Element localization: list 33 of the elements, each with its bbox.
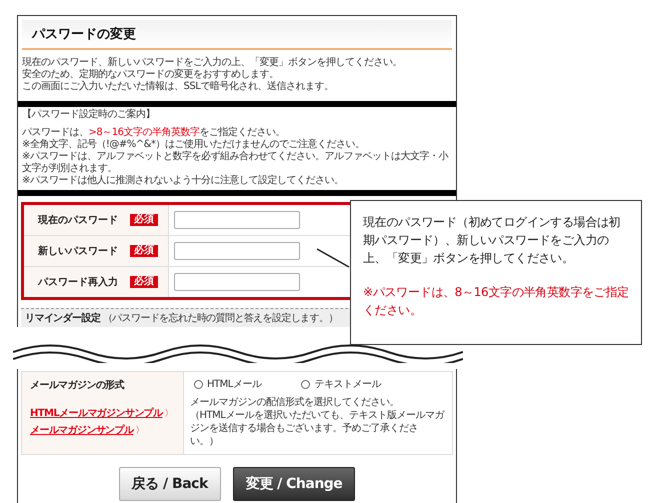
field-label: パスワード再入力 <box>38 276 118 289</box>
page-title: パスワードの変更 <box>22 20 452 50</box>
required-badge: 必須 <box>130 276 158 288</box>
intro-text: 安全のため、定期的なパスワードの変更をおすすめします。 <box>22 69 280 80</box>
intro-text: 現在のパスワード、新しいパスワードをご入力の上、「変更」ボタンを押してください。 <box>22 57 403 68</box>
guide-note: ※全角文字、記号（!@#%^&*）はご使用いただけませんのでご注意ください。 <box>22 139 366 150</box>
description-text: （HTMLメールを選択いただいても、テキスト版メールマガジンを送信する場合もございます。予めご了承ください。） <box>190 409 446 448</box>
password-field[interactable] <box>174 273 300 291</box>
guide-note: ※パスワードは他人に推測されないよう十分に注意して設定してください。 <box>22 175 344 187</box>
description-text: メールマガジンの配信形式を選択してください。 <box>190 396 400 409</box>
guide-note: ※パスワードは、アルファベットと数字を必ず組み合わせてください。アルファベットは大文字・小文字が判別されます。 <box>22 151 450 174</box>
radio-label: HTMLメール <box>207 378 262 391</box>
required-badge: 必須 <box>130 214 158 226</box>
leader-line <box>316 248 350 268</box>
field-label: 現在のパスワード <box>38 214 118 227</box>
chevron-icon: 〉 <box>164 406 173 420</box>
field-label: 新しいパスワード <box>38 244 118 258</box>
sample-link[interactable]: メールマガジンサンプル <box>30 423 134 437</box>
guide-heading: 【パスワード設定時のご案内】 <box>22 109 156 121</box>
password-field[interactable] <box>174 242 300 260</box>
radio-button[interactable] <box>194 380 203 389</box>
callout-text: 現在のパスワード（初めてログインする場合は初期パスワード）、新しいパスワードをご入力の上、「変更」ボタンを押してください。 <box>363 214 622 267</box>
guide-text: パスワードは、>8～16文字の半角英数字をご指定ください。 <box>22 127 286 138</box>
password-field[interactable] <box>174 211 300 229</box>
change-button[interactable]: 変更 / Change <box>232 467 356 501</box>
radio-label: テキストメール <box>314 378 381 391</box>
field-label: メールマガジンの形式 <box>30 378 126 392</box>
chevron-icon: 〉 <box>135 424 144 436</box>
back-button[interactable]: 戻る / Back <box>118 467 221 501</box>
sample-link[interactable]: HTMLメールマガジンサンプル <box>30 406 163 420</box>
intro-text: この画面にご入力いただいた情報は、SSLで暗号化され、送信されます。 <box>22 81 334 93</box>
required-badge: 必須 <box>130 245 158 257</box>
radio-button[interactable] <box>301 380 310 389</box>
